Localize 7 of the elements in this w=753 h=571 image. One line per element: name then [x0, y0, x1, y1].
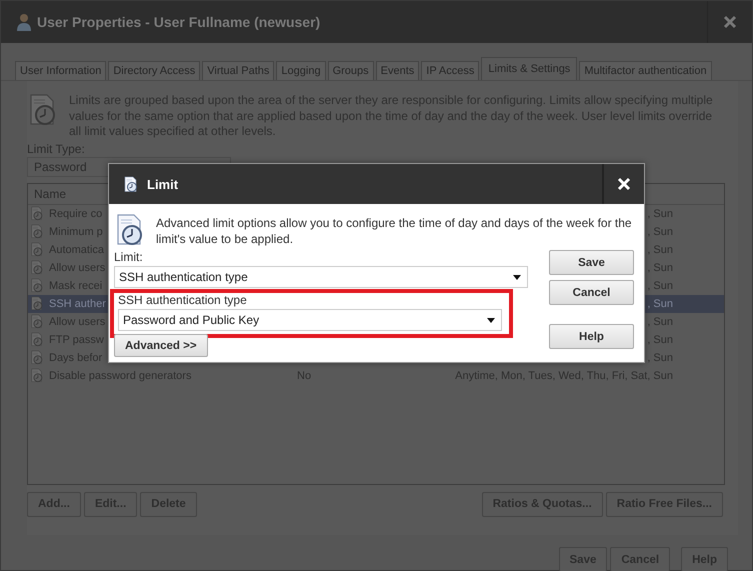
schedule-cell: , Sun — [647, 298, 673, 310]
dialog-description: Advanced limit options allow you to configure the time of day and days of the week for the limit's value to be applied. — [156, 215, 633, 247]
window-title: User Properties - User Fullname (newuser) — [37, 14, 322, 30]
dialog-title: Limit — [147, 176, 180, 192]
option-label: SSH authentication type — [118, 293, 247, 307]
limit-label: Limit: — [114, 250, 144, 264]
limit-name-cell: SSH auther — [49, 298, 106, 310]
